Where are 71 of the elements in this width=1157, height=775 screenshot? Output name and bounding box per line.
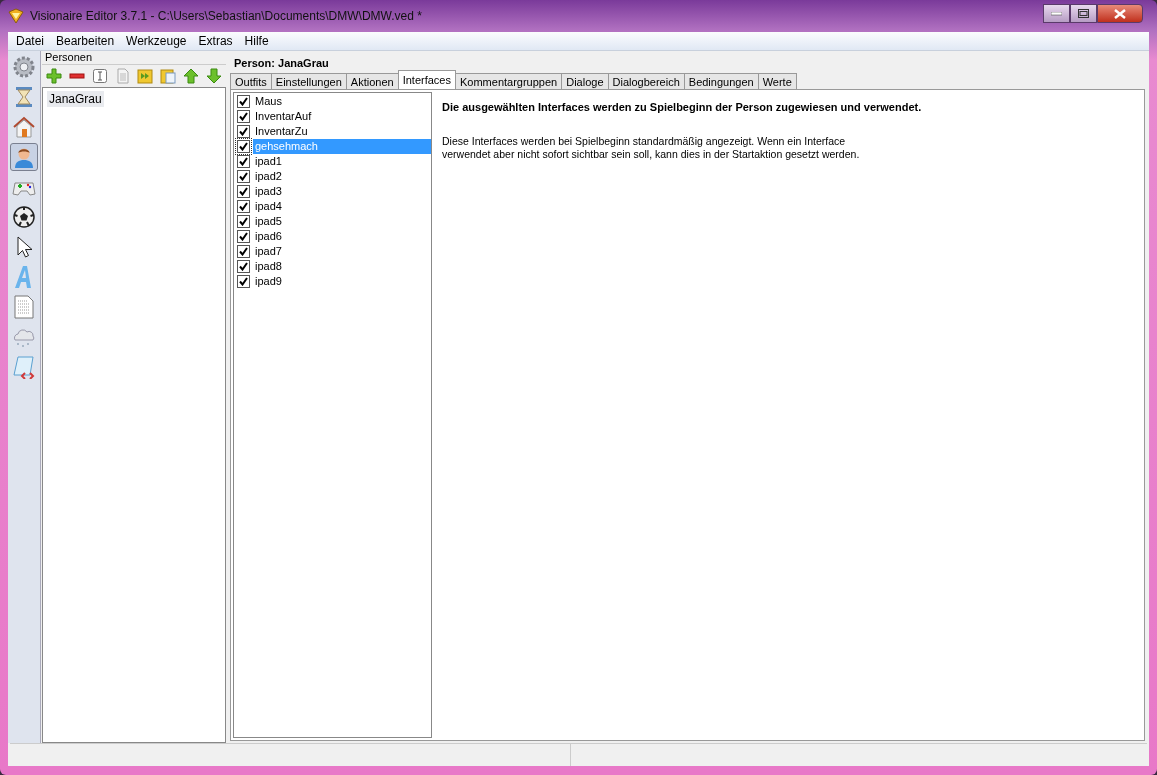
tab[interactable]: Aktionen — [345, 73, 399, 89]
text-field-icon — [91, 68, 108, 84]
person-tool-button[interactable] — [10, 143, 38, 171]
checkbox[interactable] — [237, 155, 250, 168]
close-button[interactable] — [1097, 4, 1143, 23]
maximize-icon — [1078, 9, 1089, 18]
checkbox[interactable] — [237, 260, 250, 273]
menu-item[interactable]: Datei — [10, 34, 50, 48]
checkbox[interactable] — [237, 215, 250, 228]
tab[interactable]: Dialoge — [561, 73, 609, 89]
menu-item[interactable]: Hilfe — [238, 34, 275, 48]
add-button[interactable] — [45, 68, 64, 84]
fast-forward-icon — [137, 68, 154, 84]
interface-list-item[interactable]: ipad3 — [253, 184, 431, 199]
menu-item[interactable]: Bearbeiten — [50, 34, 121, 48]
person-list-item[interactable]: JanaGrau — [47, 91, 104, 107]
checkbox[interactable] — [237, 275, 250, 288]
tab[interactable]: Interfaces — [397, 70, 456, 89]
interface-list-item[interactable]: ipad2 — [253, 169, 431, 184]
down-arrow-icon — [205, 68, 222, 84]
tab[interactable]: Bedingungen — [683, 73, 759, 89]
description-title: Die ausgewählten Interfaces werden zu Spielbeginn der Person zugewiesen und verwendet. — [442, 101, 922, 113]
document-icon — [12, 295, 36, 319]
interface-list-item[interactable]: ipad9 — [253, 274, 431, 289]
tab[interactable]: Outfits — [230, 73, 272, 89]
checkbox[interactable] — [237, 170, 250, 183]
interface-list-item[interactable]: Maus — [253, 94, 431, 109]
interface-list-item[interactable]: ipad5 — [253, 214, 431, 229]
interface-list-item[interactable]: ipad7 — [253, 244, 431, 259]
tab[interactable]: Einstellungen — [270, 73, 347, 89]
checkbox[interactable] — [237, 140, 250, 153]
description-text: Diese Interfaces werden bei Spielbeginn standardmäßig angezeigt. Wenn ein Interface verwendet aber nicht sofort sichtbar sein soll, kann dies in der Startaktion gesetzt werden. — [442, 135, 861, 161]
up-arrow-button[interactable] — [181, 68, 201, 84]
interface-list-item[interactable]: InventarAuf — [253, 109, 431, 124]
panel-title: Personen — [44, 51, 94, 64]
person-heading: Person: JanaGrau — [233, 57, 330, 71]
checkbox[interactable] — [237, 95, 250, 108]
house-icon — [12, 115, 36, 139]
checkbox[interactable] — [237, 125, 250, 138]
checkbox[interactable] — [237, 110, 250, 123]
up-arrow-icon — [182, 68, 199, 84]
interface-list-item[interactable]: ipad6 — [253, 229, 431, 244]
minimize-icon — [1051, 11, 1062, 16]
checkbox[interactable] — [237, 245, 250, 258]
menu-item[interactable]: Werkzeuge — [120, 34, 193, 48]
down-arrow-button[interactable] — [204, 68, 223, 84]
interface-list-item[interactable]: ipad1 — [253, 154, 431, 169]
tab[interactable]: Kommentargruppen — [455, 73, 563, 89]
close-icon — [1114, 8, 1126, 19]
paste-icon — [160, 68, 177, 84]
checkbox[interactable] — [237, 185, 250, 198]
checkbox[interactable] — [237, 230, 250, 243]
checkbox[interactable] — [237, 200, 250, 213]
gear-icon — [12, 55, 36, 79]
add-icon — [46, 68, 63, 84]
interface-list-item[interactable]: ipad4 — [253, 199, 431, 214]
maximize-button[interactable] — [1070, 4, 1097, 23]
text-field-button[interactable] — [90, 68, 110, 84]
tab[interactable]: Dialogbereich — [607, 73, 685, 89]
interface-list-item[interactable]: ipad8 — [253, 259, 431, 274]
tab[interactable]: Werte — [757, 73, 797, 89]
window-title: Visionaire Editor 3.7.1 - C:\Users\Sebastian\Documents\DMW\DMW.ved * — [30, 9, 423, 23]
ball-tool-button[interactable] — [10, 203, 38, 231]
interface-list-item[interactable]: InventarZu — [253, 124, 431, 139]
app-logo-icon — [8, 8, 24, 24]
ball-icon — [12, 205, 36, 229]
scroll-icon — [12, 355, 36, 379]
copy-icon — [114, 68, 131, 84]
minimize-button[interactable] — [1043, 4, 1070, 23]
fast-forward-button[interactable] — [136, 68, 155, 84]
menu-item[interactable]: Extras — [192, 34, 239, 48]
